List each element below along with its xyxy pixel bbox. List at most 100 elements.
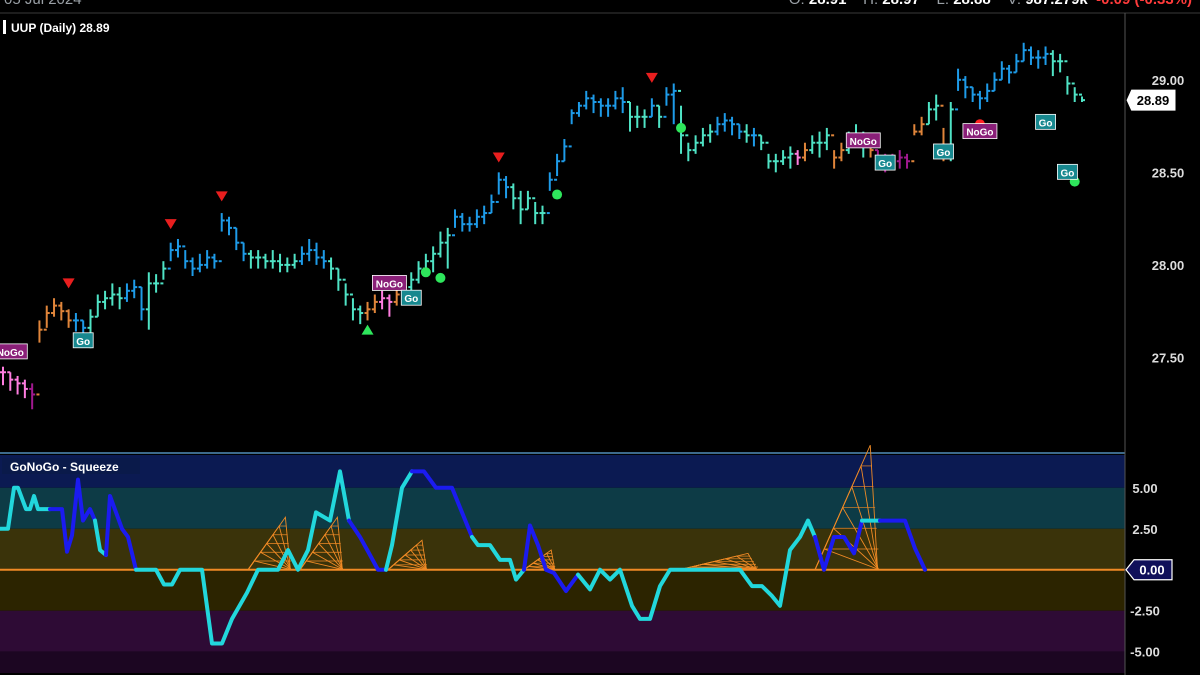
price-and-oscillator-chart[interactable]: NoGoGoNoGoGoNoGoGoGoNoGoGoGo UUP (Daily)…	[0, 0, 1200, 675]
price-bar	[102, 290, 109, 310]
signal-dot	[676, 122, 687, 133]
price-bar	[656, 104, 663, 128]
price-bar	[72, 313, 79, 332]
nogo-label: NoGo	[962, 123, 998, 140]
osc-tick-label: -2.50	[1130, 604, 1160, 619]
oscillator-zone	[0, 569, 1125, 611]
price-bar	[626, 101, 633, 132]
price-bar	[189, 257, 196, 276]
price-bar	[1013, 53, 1020, 74]
price-bar	[503, 176, 510, 199]
oscillator-zone	[0, 455, 1125, 488]
nogo-label: NoGo	[845, 132, 881, 149]
price-bar	[575, 102, 582, 117]
signal-dot	[552, 189, 563, 200]
price-bar	[0, 366, 6, 386]
price-bar	[36, 320, 43, 396]
price-bar	[641, 109, 648, 128]
price-bar	[969, 86, 976, 102]
price-bar	[896, 150, 903, 169]
nogo-label: NoGo	[0, 343, 28, 360]
go-label: Go	[933, 143, 954, 160]
price-bar	[838, 142, 845, 162]
price-bar	[1071, 82, 1078, 102]
price-bar	[663, 87, 670, 118]
price-bar	[612, 90, 619, 110]
price-bar	[780, 150, 787, 165]
price-bar	[510, 183, 517, 210]
price-bar	[167, 242, 174, 270]
label-text: Go	[76, 337, 90, 348]
label-text: NoGo	[0, 348, 24, 359]
price-bar	[532, 197, 539, 225]
price-title-marker	[3, 20, 6, 34]
price-bar	[539, 205, 546, 225]
price-bar	[94, 294, 101, 318]
label-text: NoGo	[966, 128, 993, 139]
price-bar	[21, 379, 28, 399]
price-bar	[29, 383, 36, 410]
price-bar	[772, 153, 779, 173]
osc-tick-label: -5.00	[1130, 645, 1160, 660]
price-bar	[240, 241, 247, 262]
price-bar	[328, 257, 335, 280]
price-bar	[58, 301, 65, 321]
price-bar	[750, 127, 757, 147]
price-bar	[699, 127, 706, 147]
oscillator-pane	[0, 444, 1125, 673]
price-bar	[707, 124, 714, 143]
price-bar	[51, 298, 58, 317]
price-bar	[65, 309, 72, 328]
price-bar	[568, 109, 575, 148]
down-triangle-marker	[492, 152, 505, 163]
price-bar	[801, 142, 808, 162]
price-bar	[911, 124, 918, 163]
price-bar	[1064, 60, 1071, 95]
go-label: Go	[400, 289, 422, 306]
price-bar	[1042, 46, 1049, 65]
last-price-label: 28.89	[1137, 93, 1170, 108]
osc-title: GoNoGo - Squeeze	[10, 460, 119, 474]
price-bar	[269, 250, 276, 269]
price-bar	[955, 68, 962, 111]
price-bar	[160, 261, 167, 285]
price-bar	[714, 116, 721, 136]
price-bar	[962, 76, 969, 99]
label-text: Go	[1039, 118, 1053, 129]
osc-tick-label: 2.50	[1132, 522, 1157, 537]
price-bar	[437, 231, 444, 258]
price-bar	[452, 209, 459, 237]
price-bar	[758, 134, 765, 151]
oscillator-zone	[0, 610, 1125, 652]
price-bar	[182, 245, 189, 269]
price-bar	[831, 134, 838, 169]
price-bar	[320, 250, 327, 269]
price-bar	[342, 278, 349, 306]
price-tick-label: 29.00	[1152, 73, 1185, 88]
go-label: Go	[1057, 163, 1078, 180]
price-bar	[306, 238, 313, 262]
label-text: NoGo	[850, 137, 877, 148]
price-bar	[1057, 53, 1064, 73]
price-bar	[984, 83, 991, 102]
price-bar	[809, 135, 816, 154]
oscillator-zone	[0, 528, 1125, 570]
price-bar	[736, 123, 743, 140]
price-bar	[277, 253, 284, 273]
price-bar	[605, 98, 612, 117]
oscillator-zone	[0, 487, 1125, 529]
price-bar	[976, 90, 983, 110]
price-bar	[925, 102, 932, 126]
price-bar	[590, 94, 597, 114]
label-text: Go	[1060, 168, 1074, 179]
price-bar	[1035, 50, 1042, 69]
price-pane: NoGoGoNoGoGoNoGoGoGoNoGoGoGo	[0, 42, 1085, 410]
price-tick-label: 27.50	[1152, 350, 1185, 365]
price-bar	[765, 141, 772, 169]
price-bar	[379, 290, 386, 310]
price-bar	[247, 250, 254, 269]
price-bar	[823, 127, 830, 151]
price-bar	[685, 134, 692, 162]
price-tick-label: 28.00	[1152, 258, 1185, 273]
price-bar	[174, 238, 181, 258]
